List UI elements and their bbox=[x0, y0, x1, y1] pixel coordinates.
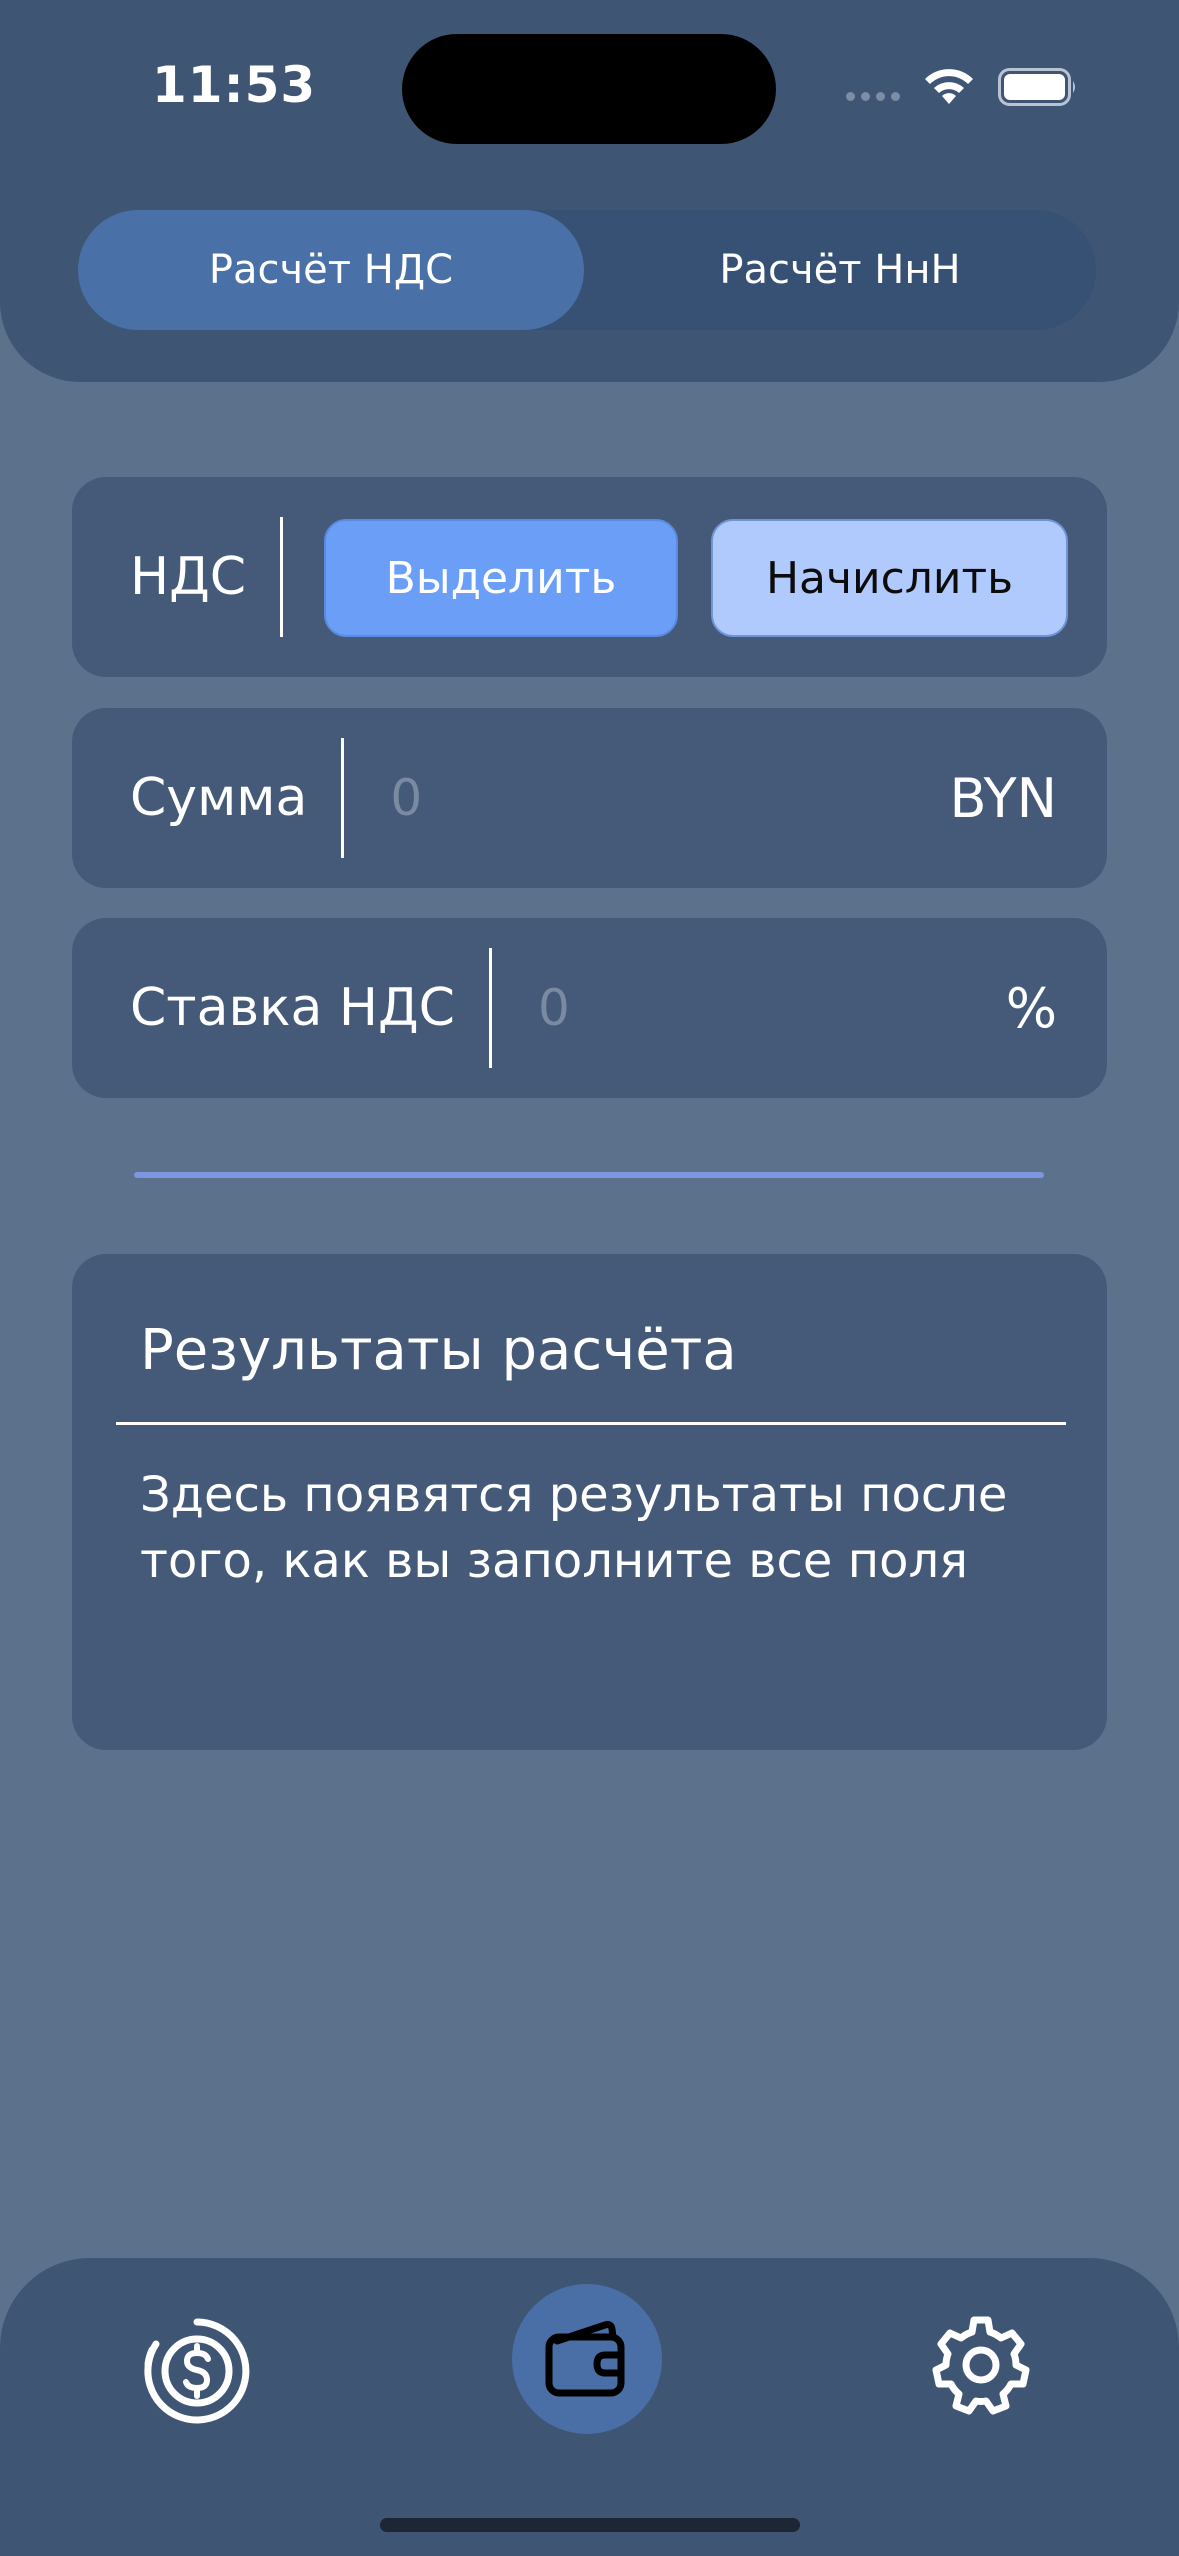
amount-card: Сумма 0 BYN bbox=[72, 708, 1107, 888]
status-time: 11:53 bbox=[152, 56, 317, 114]
results-divider bbox=[116, 1422, 1066, 1425]
results-title: Результаты расчёта bbox=[140, 1318, 737, 1383]
results-placeholder-text: Здесь появятся результаты после того, ка… bbox=[140, 1467, 1008, 1589]
vat-rate-input[interactable]: 0 bbox=[538, 979, 1006, 1037]
tab-nnn-calculation[interactable]: Расчёт НнН bbox=[584, 210, 1096, 330]
home-indicator bbox=[380, 2518, 800, 2532]
divider bbox=[341, 738, 345, 858]
tab-vat-calculation[interactable]: Расчёт НДС bbox=[78, 210, 584, 330]
divider bbox=[488, 948, 492, 1068]
currency-label: BYN bbox=[949, 766, 1057, 830]
calculation-type-segmented-control: Расчёт НДС Расчёт НнН bbox=[78, 210, 1096, 330]
wifi-icon bbox=[925, 69, 973, 104]
divider bbox=[280, 517, 284, 637]
dollar-circle-icon[interactable] bbox=[142, 2316, 252, 2426]
vat-rate-card: Ставка НДС 0 % bbox=[72, 918, 1107, 1098]
status-icons bbox=[846, 62, 1086, 114]
amount-input[interactable]: 0 bbox=[390, 769, 949, 827]
vat-mode-card: НДС Выделить Начислить bbox=[72, 477, 1107, 677]
dynamic-island bbox=[402, 34, 776, 144]
wallet-icon[interactable] bbox=[512, 2284, 662, 2434]
percent-label: % bbox=[1005, 976, 1057, 1040]
gear-icon[interactable] bbox=[930, 2314, 1032, 2416]
results-card: Результаты расчёта Здесь появятся резуль… bbox=[72, 1254, 1107, 1750]
accrue-vat-button[interactable]: Начислить bbox=[711, 519, 1068, 637]
extract-vat-button[interactable]: Выделить bbox=[324, 519, 678, 637]
battery-icon bbox=[998, 68, 1075, 106]
amount-label: Сумма bbox=[130, 768, 308, 828]
vat-label: НДС bbox=[130, 547, 247, 607]
vat-rate-label: Ставка НДС bbox=[130, 978, 455, 1038]
signal-dots-icon bbox=[846, 92, 900, 101]
section-separator bbox=[134, 1172, 1044, 1178]
